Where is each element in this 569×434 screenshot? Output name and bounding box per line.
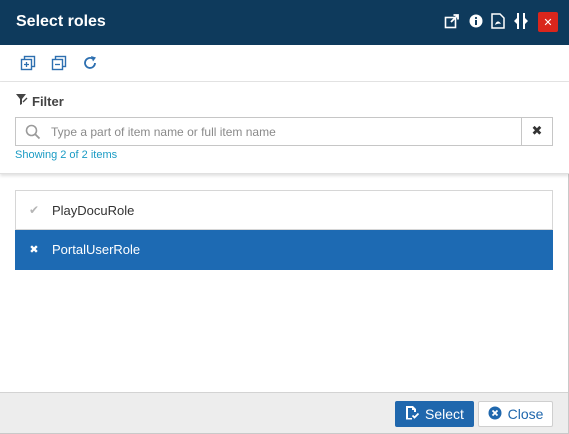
info-icon[interactable] xyxy=(468,12,484,30)
list-item-playdocurole[interactable]: ✔ PlayDocuRole xyxy=(15,190,553,230)
close-icon[interactable]: ✕ xyxy=(538,12,558,32)
select-button-label: Select xyxy=(425,406,464,422)
toolbar xyxy=(0,45,569,82)
checkmark-icon: ✔ xyxy=(28,203,40,217)
remove-icon[interactable]: ✖ xyxy=(16,243,52,256)
search-icon xyxy=(25,124,41,143)
expand-all-icon[interactable] xyxy=(19,54,37,72)
collapse-all-icon[interactable] xyxy=(50,54,68,72)
close-circle-icon xyxy=(488,406,502,423)
list-item-label: PortalUserRole xyxy=(52,242,141,257)
pdf-icon[interactable] xyxy=(490,12,506,30)
roles-list: ✔ PlayDocuRole ✖ PortalUserRole xyxy=(15,190,553,270)
select-icon xyxy=(405,405,420,423)
close-button-label: Close xyxy=(507,406,544,422)
search-box xyxy=(15,117,521,146)
filter-heading: Filter xyxy=(15,93,64,109)
filter-icon xyxy=(15,93,28,109)
filter-panel: Filter ✖ Showing 2 of 2 items xyxy=(0,82,569,174)
refresh-icon[interactable] xyxy=(81,54,99,72)
title-bar[interactable]: Select roles ✕ xyxy=(0,0,569,45)
open-external-icon[interactable] xyxy=(444,12,460,30)
list-item-label: PlayDocuRole xyxy=(52,202,135,218)
select-button[interactable]: Select xyxy=(395,401,474,427)
resize-icon[interactable] xyxy=(513,12,529,30)
select-roles-dialog: Select roles ✕ Filter Type a part of ite… xyxy=(0,0,569,434)
search-input[interactable] xyxy=(51,119,511,144)
item-count-status: Showing 2 of 2 items xyxy=(15,149,118,161)
filter-label: Filter xyxy=(32,93,64,109)
dialog-footer: Select Close xyxy=(0,392,568,433)
list-item-portaluserrole[interactable]: ✖ PortalUserRole xyxy=(15,230,553,270)
clear-filter-button[interactable]: ✖ xyxy=(521,117,553,146)
dialog-title: Select roles xyxy=(16,13,106,30)
close-button[interactable]: Close xyxy=(478,401,553,427)
